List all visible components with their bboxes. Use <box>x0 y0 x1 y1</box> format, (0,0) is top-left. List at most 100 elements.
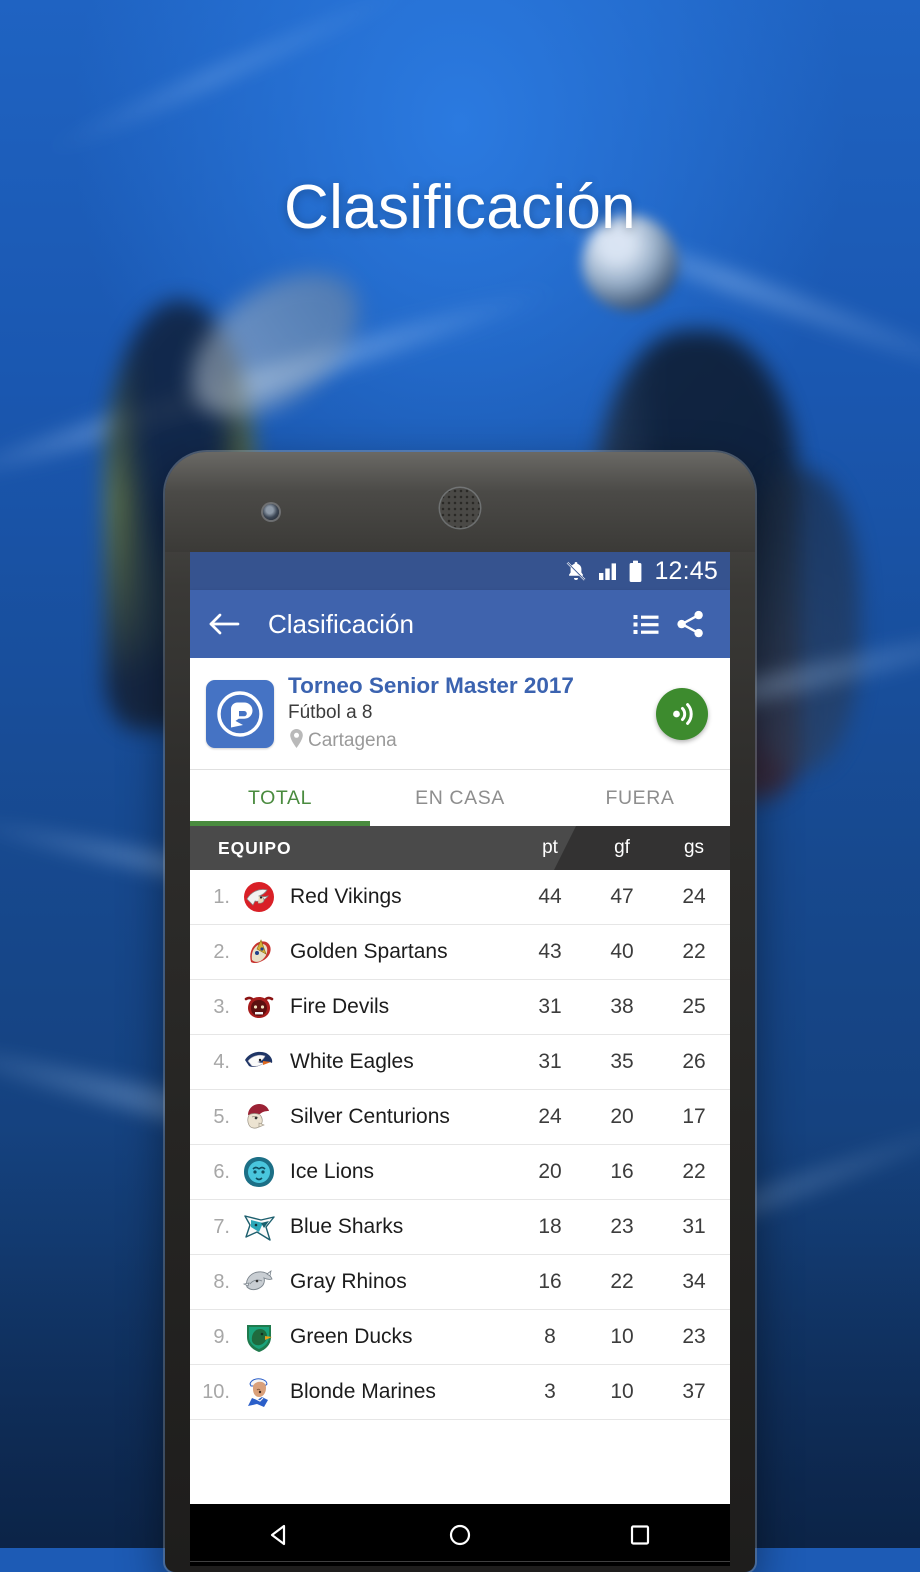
map-pin-icon <box>288 728 305 754</box>
app-bar-title: Clasificación <box>268 608 414 639</box>
table-row[interactable]: 1. Red Vikings 44 47 24 <box>190 870 730 925</box>
row-goals-for: 40 <box>610 940 634 963</box>
row-goals-for: 38 <box>610 995 634 1018</box>
eagle-crest <box>236 1040 282 1084</box>
tournament-info: Torneo Senior Master 2017 Fútbol a 8 Car… <box>288 673 656 754</box>
row-points: 16 <box>538 1270 562 1293</box>
row-team-name: Gray Rhinos <box>290 1270 407 1293</box>
tournament-name: Torneo Senior Master 2017 <box>288 673 574 699</box>
app-bar: Clasificación <box>190 590 730 658</box>
duck-crest <box>236 1315 282 1359</box>
table-row[interactable]: 6. Ice Lions 20 16 22 <box>190 1145 730 1200</box>
row-points: 31 <box>538 1050 562 1073</box>
devil-crest <box>236 985 282 1029</box>
row-goals-for: 35 <box>610 1050 634 1073</box>
row-goals-against: 22 <box>682 940 706 963</box>
table-header: EQUIPO pt gf gs <box>190 826 730 870</box>
tournament-sport: Fútbol a 8 <box>288 701 373 723</box>
column-header-team: EQUIPO <box>218 837 292 858</box>
tab-fuera[interactable]: FUERA <box>550 770 730 826</box>
signal-bars-icon <box>597 560 619 582</box>
list-icon[interactable] <box>624 602 668 646</box>
nav-recents-button[interactable] <box>605 1513 675 1557</box>
table-row[interactable]: 2. Golden Spartans 43 40 22 <box>190 925 730 980</box>
earpiece-speaker-icon <box>440 488 480 528</box>
tournament-location: Cartagena <box>308 729 397 751</box>
broadcast-icon[interactable] <box>656 688 708 740</box>
spartan-crest <box>236 930 282 974</box>
row-points: 44 <box>538 885 562 908</box>
row-goals-for: 23 <box>610 1215 634 1238</box>
standings-list: 1. Red Vikings 44 47 24 2. Golden Spartans 43… <box>190 870 730 1420</box>
phone-top-bezel <box>165 452 755 552</box>
row-goals-against: 31 <box>682 1215 706 1238</box>
table-row[interactable]: 7. Blue Sharks 18 23 31 <box>190 1200 730 1255</box>
table-row[interactable]: 9. Green Ducks 8 10 23 <box>190 1310 730 1365</box>
row-points: 20 <box>538 1160 562 1183</box>
row-position: 5. <box>213 1105 230 1128</box>
row-team-name: Red Vikings <box>290 885 402 908</box>
row-points: 3 <box>544 1380 556 1403</box>
table-row[interactable]: 8. Gray Rhinos 16 22 34 <box>190 1255 730 1310</box>
row-team-name: Blonde Marines <box>290 1380 436 1403</box>
nav-back-button[interactable] <box>245 1513 315 1557</box>
status-bar: 12:45 <box>190 552 730 590</box>
phone-mockup: 12:45 Clasificación Torneo Senior Master… <box>165 452 755 1572</box>
row-goals-against: 26 <box>682 1050 706 1073</box>
viking-crest <box>236 875 282 919</box>
row-position: 6. <box>213 1160 230 1183</box>
row-points: 18 <box>538 1215 562 1238</box>
tab-total[interactable]: TOTAL <box>190 770 370 826</box>
row-goals-against: 22 <box>682 1160 706 1183</box>
row-position: 8. <box>213 1270 230 1293</box>
row-goals-for: 16 <box>610 1160 634 1183</box>
row-points: 8 <box>544 1325 556 1348</box>
column-header-gs: gs <box>683 837 705 858</box>
tournament-logo-icon <box>206 680 274 748</box>
tournament-location-row: Cartagena <box>288 728 656 754</box>
row-goals-against: 17 <box>682 1105 706 1128</box>
row-position: 10. <box>202 1380 230 1403</box>
row-goals-for: 10 <box>610 1325 634 1348</box>
bell-muted-icon <box>564 559 588 583</box>
row-goals-for: 22 <box>610 1270 634 1293</box>
phone-bottom-edge <box>190 1561 730 1562</box>
rhino-crest <box>236 1260 282 1304</box>
row-position: 1. <box>213 885 230 908</box>
player-silhouette <box>740 470 860 770</box>
table-row[interactable]: 10. Blonde Marines 3 10 37 <box>190 1365 730 1420</box>
share-icon[interactable] <box>668 602 712 646</box>
arrow-back-icon[interactable] <box>202 602 246 646</box>
battery-icon <box>628 560 643 583</box>
page-title: Clasificación <box>284 173 636 242</box>
table-row[interactable]: 4. White Eagles 31 35 26 <box>190 1035 730 1090</box>
row-position: 2. <box>213 940 230 963</box>
centurion-crest <box>236 1095 282 1139</box>
nav-home-button[interactable] <box>425 1513 495 1557</box>
row-position: 7. <box>213 1215 230 1238</box>
lion-crest <box>236 1150 282 1194</box>
row-goals-against: 34 <box>682 1270 706 1293</box>
tournament-card[interactable]: Torneo Senior Master 2017 Fútbol a 8 Car… <box>190 658 730 770</box>
row-team-name: Silver Centurions <box>290 1105 450 1128</box>
column-header-pt: pt <box>542 837 558 858</box>
row-goals-for: 47 <box>610 885 634 908</box>
table-row[interactable]: 3. Fire Devils 31 38 25 <box>190 980 730 1035</box>
row-team-name: Fire Devils <box>290 995 390 1018</box>
row-team-name: Blue Sharks <box>290 1215 404 1238</box>
row-team-name: White Eagles <box>290 1050 414 1073</box>
status-bar-clock: 12:45 <box>654 556 718 585</box>
shark-crest <box>236 1205 282 1249</box>
tab-bar: TOTAL EN CASA FUERA <box>190 770 730 826</box>
row-goals-for: 20 <box>610 1105 634 1128</box>
phone-screen: 12:45 Clasificación Torneo Senior Master… <box>190 552 730 1504</box>
table-row[interactable]: 5. Silver Centurions 24 20 17 <box>190 1090 730 1145</box>
android-nav-bar <box>190 1504 730 1566</box>
row-goals-against: 37 <box>682 1380 706 1403</box>
row-goals-for: 10 <box>610 1380 634 1403</box>
row-points: 24 <box>538 1105 562 1128</box>
row-team-name: Golden Spartans <box>290 940 448 963</box>
tab-en-casa[interactable]: EN CASA <box>370 770 550 826</box>
row-position: 9. <box>213 1325 230 1348</box>
column-header-gf: gf <box>614 837 630 858</box>
